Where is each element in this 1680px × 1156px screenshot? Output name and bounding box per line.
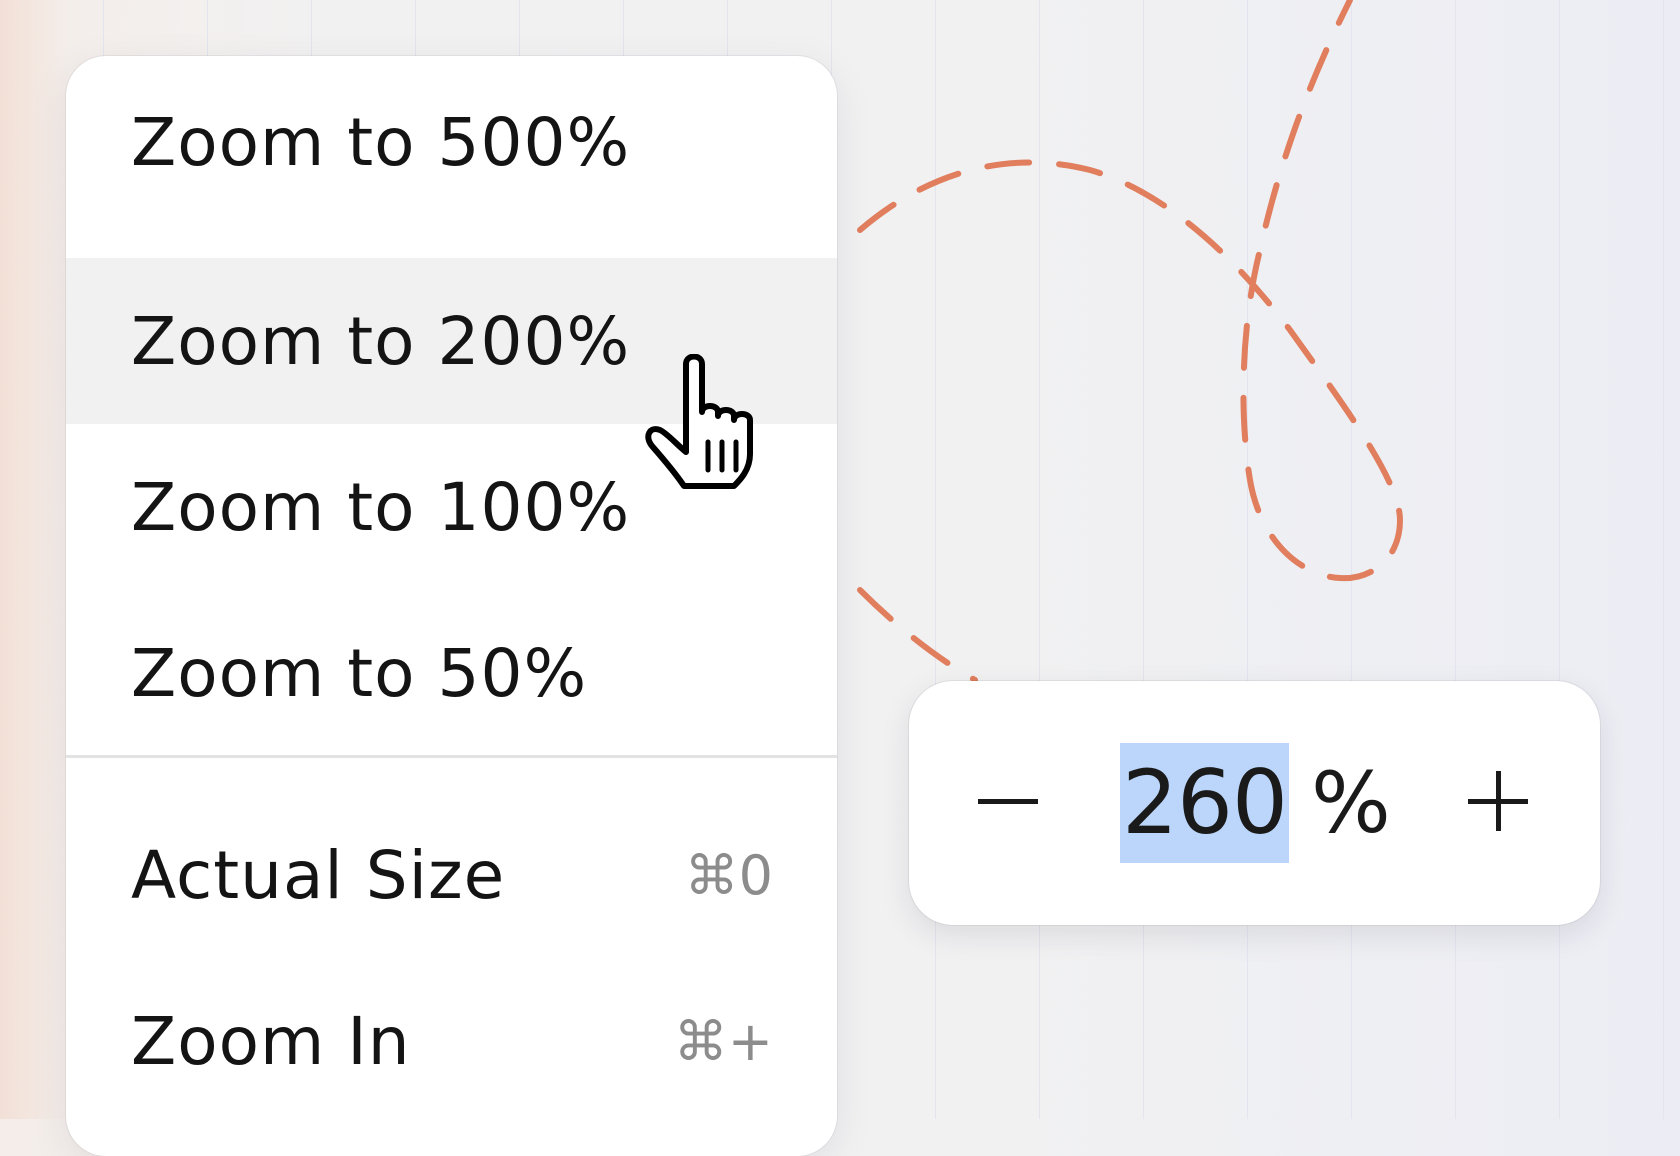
zoom-out-button[interactable] xyxy=(953,741,1063,861)
menu-item-zoom-500[interactable]: Zoom to 500% xyxy=(66,59,837,225)
minus-icon xyxy=(978,799,1038,804)
menu-item-zoom-50[interactable]: Zoom to 50% xyxy=(66,590,837,756)
menu-item-shortcut: ⌘0 xyxy=(684,843,773,907)
menu-item-zoom-200[interactable]: Zoom to 200% xyxy=(66,258,837,424)
background-gradient xyxy=(0,0,70,1119)
zoom-value-field[interactable]: 260 % xyxy=(1120,743,1391,863)
menu-item-shortcut: ⌘+ xyxy=(673,1009,773,1073)
menu-item-label: Zoom to 100% xyxy=(131,468,631,546)
plus-icon xyxy=(1468,771,1528,831)
menu-divider xyxy=(66,755,837,758)
menu-item-zoom-100[interactable]: Zoom to 100% xyxy=(66,424,837,590)
zoom-level-control: 260 % xyxy=(909,681,1600,925)
menu-item-zoom-in[interactable]: Zoom In ⌘+ xyxy=(66,958,837,1124)
menu-item-label: Zoom to 200% xyxy=(131,302,631,380)
menu-item-label: Actual Size xyxy=(131,836,506,914)
zoom-in-button[interactable] xyxy=(1443,741,1553,861)
menu-item-label: Zoom to 50% xyxy=(131,634,588,712)
percent-unit-label: % xyxy=(1310,754,1391,852)
zoom-percent-input[interactable]: 260 xyxy=(1120,743,1289,863)
menu-item-label: Zoom to 500% xyxy=(131,103,631,181)
menu-item-actual-size[interactable]: Actual Size ⌘0 xyxy=(66,792,837,958)
menu-item-label: Zoom In xyxy=(131,1002,411,1080)
zoom-menu: Zoom to 500% Zoom to 200% Zoom to 100% Z… xyxy=(66,56,837,1156)
